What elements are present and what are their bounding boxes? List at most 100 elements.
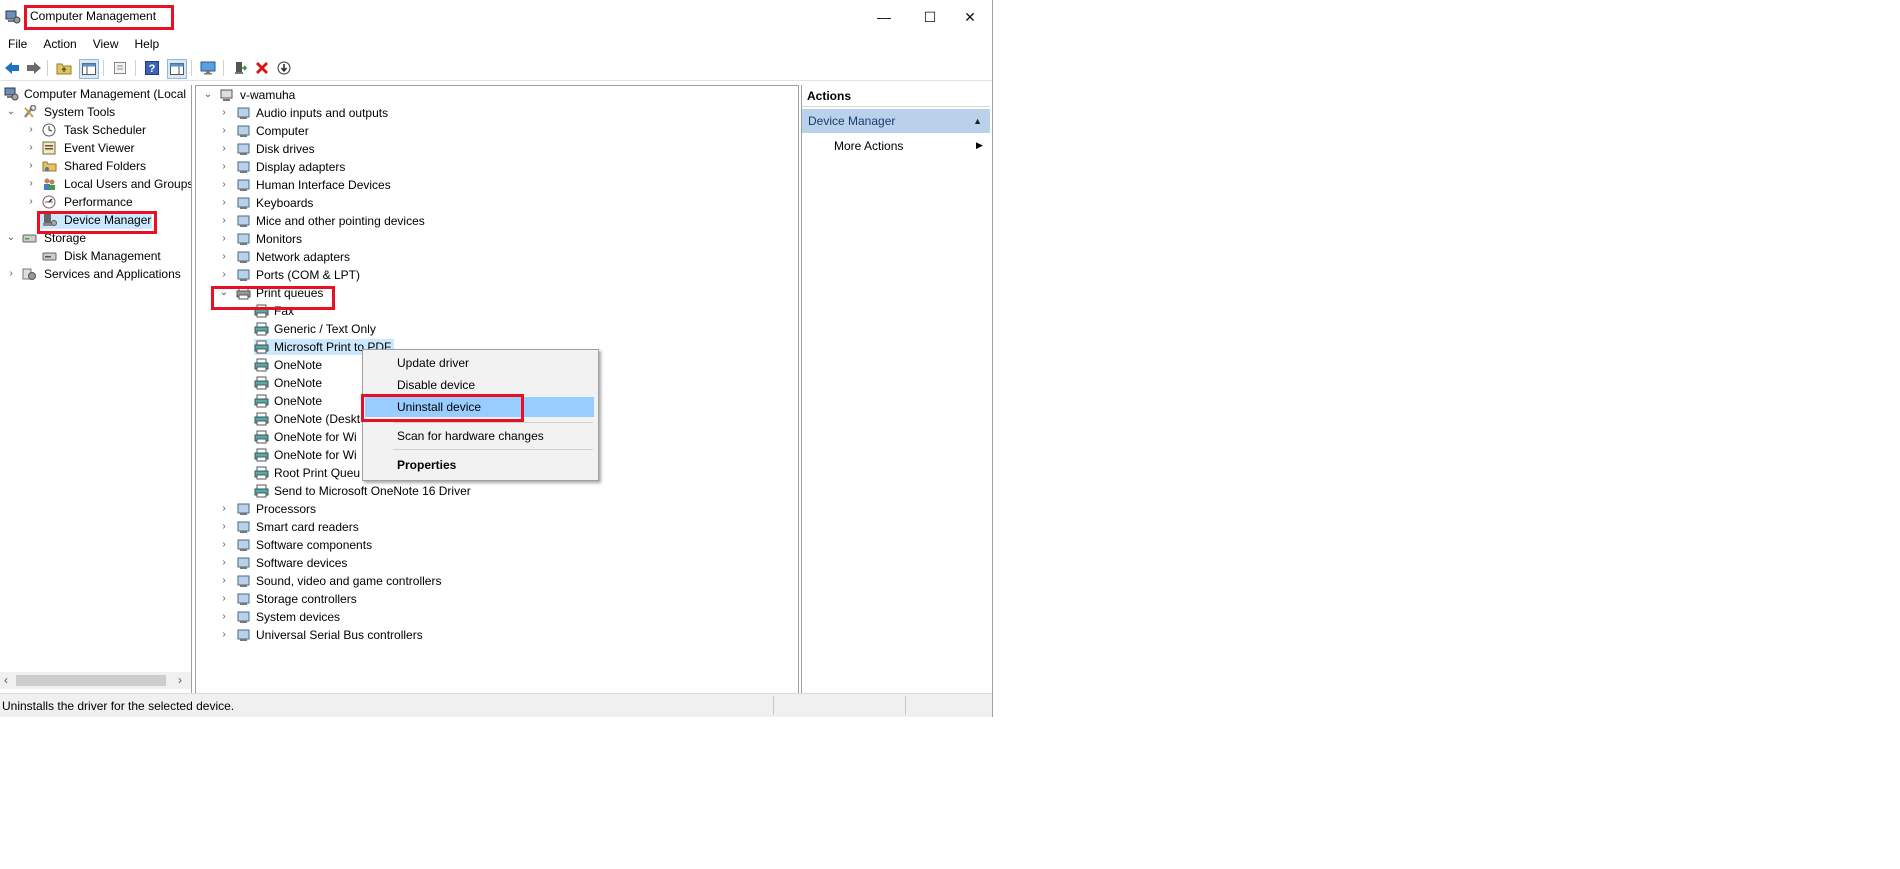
tree-item-event-viewer[interactable]: › Event Viewer <box>0 139 191 157</box>
chevron-right-icon[interactable]: › <box>218 176 230 194</box>
print-queue-item-label: Fax <box>274 304 295 318</box>
tree-item-storage[interactable]: ⌄ Storage <box>0 229 191 247</box>
device-category-display-adapters[interactable]: › Display adapters <box>196 158 796 176</box>
chevron-right-icon[interactable]: › <box>218 266 230 284</box>
scrollbar-thumb[interactable] <box>16 675 166 686</box>
chevron-right-icon[interactable]: › <box>218 104 230 122</box>
chevron-right-icon[interactable]: › <box>25 175 37 193</box>
scroll-right-arrow-icon[interactable]: › <box>178 673 182 687</box>
collapse-up-icon[interactable]: ▲ <box>973 109 982 133</box>
printer-icon <box>254 340 269 354</box>
print-queue-item[interactable]: Send to Microsoft OneNote 16 Driver <box>196 482 796 500</box>
device-category-disk-drives[interactable]: › Disk drives <box>196 140 796 158</box>
menu-action[interactable]: Action <box>35 34 84 54</box>
context-menu-properties[interactable]: Properties <box>397 455 456 475</box>
device-category-monitors[interactable]: › Monitors <box>196 230 796 248</box>
tree-item-system-tools[interactable]: ⌄ System Tools <box>0 103 191 121</box>
device-category-processors[interactable]: › Processors <box>196 500 796 518</box>
chevron-down-icon[interactable]: ⌄ <box>202 86 214 104</box>
context-menu-update-driver[interactable]: Update driver <box>397 353 469 373</box>
show-hide-action-pane-icon[interactable] <box>167 59 187 79</box>
menu-view[interactable]: View <box>85 34 127 54</box>
device-tree-root[interactable]: ⌄ v-wamuha <box>196 86 796 104</box>
print-queue-item-label: OneNote for Wi <box>274 430 357 444</box>
device-category-storage-controllers[interactable]: › Storage controllers <box>196 590 796 608</box>
more-actions-item[interactable]: More Actions <box>834 136 903 156</box>
show-hide-tree-icon[interactable] <box>79 59 99 79</box>
chevron-right-icon[interactable]: › <box>25 121 37 139</box>
device-category-ports-com-lpt[interactable]: › Ports (COM & LPT) <box>196 266 796 284</box>
chevron-right-icon[interactable]: › <box>218 518 230 536</box>
forward-icon[interactable] <box>25 59 43 77</box>
back-icon[interactable] <box>3 59 21 77</box>
tree-item-disk-management[interactable]: Disk Management <box>0 247 191 265</box>
close-button[interactable]: ✕ <box>947 0 993 34</box>
chevron-right-icon[interactable]: › <box>218 608 230 626</box>
chevron-right-icon[interactable]: › <box>218 122 230 140</box>
printer-icon <box>254 430 269 444</box>
menu-file[interactable]: File <box>0 34 35 54</box>
chevron-down-icon[interactable]: ⌄ <box>5 229 17 247</box>
monitor-icon[interactable] <box>199 59 217 77</box>
horizontal-scrollbar[interactable]: ‹ › <box>0 672 191 689</box>
device-category-label: Processors <box>256 502 317 516</box>
chevron-right-icon[interactable]: › <box>218 140 230 158</box>
device-category-network-adapters[interactable]: › Network adapters <box>196 248 796 266</box>
event-viewer-icon <box>42 141 57 155</box>
up-folder-icon[interactable] <box>55 59 73 77</box>
tree-item-device-manager[interactable]: Device Manager <box>0 211 191 229</box>
device-category-computer[interactable]: › Computer <box>196 122 796 140</box>
tree-item-label: Task Scheduler <box>64 123 147 137</box>
actions-section-device-manager[interactable]: Device Manager ▲ <box>802 109 990 133</box>
device-category-audio-inputs-and-outputs[interactable]: › Audio inputs and outputs <box>196 104 796 122</box>
chevron-right-icon[interactable]: › <box>218 626 230 644</box>
device-category-sound-video-and-game-controllers[interactable]: › Sound, video and game controllers <box>196 572 796 590</box>
tree-item-services-applications[interactable]: › Services and Applications <box>0 265 191 283</box>
menu-help[interactable]: Help <box>127 34 168 54</box>
status-divider <box>773 696 774 715</box>
chevron-right-icon[interactable]: › <box>25 157 37 175</box>
chevron-right-icon[interactable]: › <box>218 536 230 554</box>
properties-icon[interactable] <box>111 59 129 77</box>
chevron-right-icon[interactable]: › <box>218 194 230 212</box>
tree-item-task-scheduler[interactable]: › Task Scheduler <box>0 121 191 139</box>
help-icon[interactable]: ? <box>143 59 161 77</box>
print-queue-item[interactable]: Generic / Text Only <box>196 320 796 338</box>
tree-item-shared-folders[interactable]: › Shared Folders <box>0 157 191 175</box>
chevron-right-icon[interactable]: › <box>218 572 230 590</box>
chevron-right-icon[interactable]: › <box>25 193 37 211</box>
context-menu-scan-hardware[interactable]: Scan for hardware changes <box>397 426 544 446</box>
tree-item-performance[interactable]: › Performance <box>0 193 191 211</box>
chevron-right-icon[interactable]: › <box>218 158 230 176</box>
device-category-smart-card-readers[interactable]: › Smart card readers <box>196 518 796 536</box>
chevron-down-icon[interactable]: ⌄ <box>218 284 230 302</box>
scan-hardware-icon[interactable] <box>275 59 293 77</box>
chevron-right-icon[interactable]: › <box>218 230 230 248</box>
chevron-right-icon[interactable]: › <box>218 590 230 608</box>
submenu-arrow-icon[interactable]: ▶ <box>976 140 983 151</box>
minimize-button[interactable]: — <box>861 0 907 34</box>
device-category-universal-serial-bus-controllers[interactable]: › Universal Serial Bus controllers <box>196 626 796 644</box>
scroll-left-arrow-icon[interactable]: ‹ <box>4 673 8 687</box>
context-menu-disable-device[interactable]: Disable device <box>397 375 475 395</box>
device-category-mice-and-other-pointing-devices[interactable]: › Mice and other pointing devices <box>196 212 796 230</box>
device-category-human-interface-devices[interactable]: › Human Interface Devices <box>196 176 796 194</box>
print-queue-item[interactable]: Fax <box>196 302 796 320</box>
chevron-right-icon[interactable]: › <box>218 500 230 518</box>
chevron-right-icon[interactable]: › <box>218 248 230 266</box>
device-category-software-devices[interactable]: › Software devices <box>196 554 796 572</box>
tree-item-local-users-groups[interactable]: › Local Users and Groups <box>0 175 191 193</box>
chevron-right-icon[interactable]: › <box>218 554 230 572</box>
device-category-keyboards[interactable]: › Keyboards <box>196 194 796 212</box>
chevron-right-icon[interactable]: › <box>218 212 230 230</box>
chevron-right-icon[interactable]: › <box>5 265 17 283</box>
title-bar[interactable]: Computer Management — ☐ ✕ <box>0 0 992 34</box>
chevron-down-icon[interactable]: ⌄ <box>5 103 17 121</box>
device-category-system-devices[interactable]: › System devices <box>196 608 796 626</box>
device-category-print-queues[interactable]: ⌄ Print queues <box>196 284 796 302</box>
device-category-software-components[interactable]: › Software components <box>196 536 796 554</box>
context-menu-uninstall-device[interactable]: Uninstall device <box>397 397 481 417</box>
update-driver-icon[interactable] <box>231 59 249 77</box>
uninstall-icon[interactable] <box>253 59 271 77</box>
chevron-right-icon[interactable]: › <box>25 139 37 157</box>
